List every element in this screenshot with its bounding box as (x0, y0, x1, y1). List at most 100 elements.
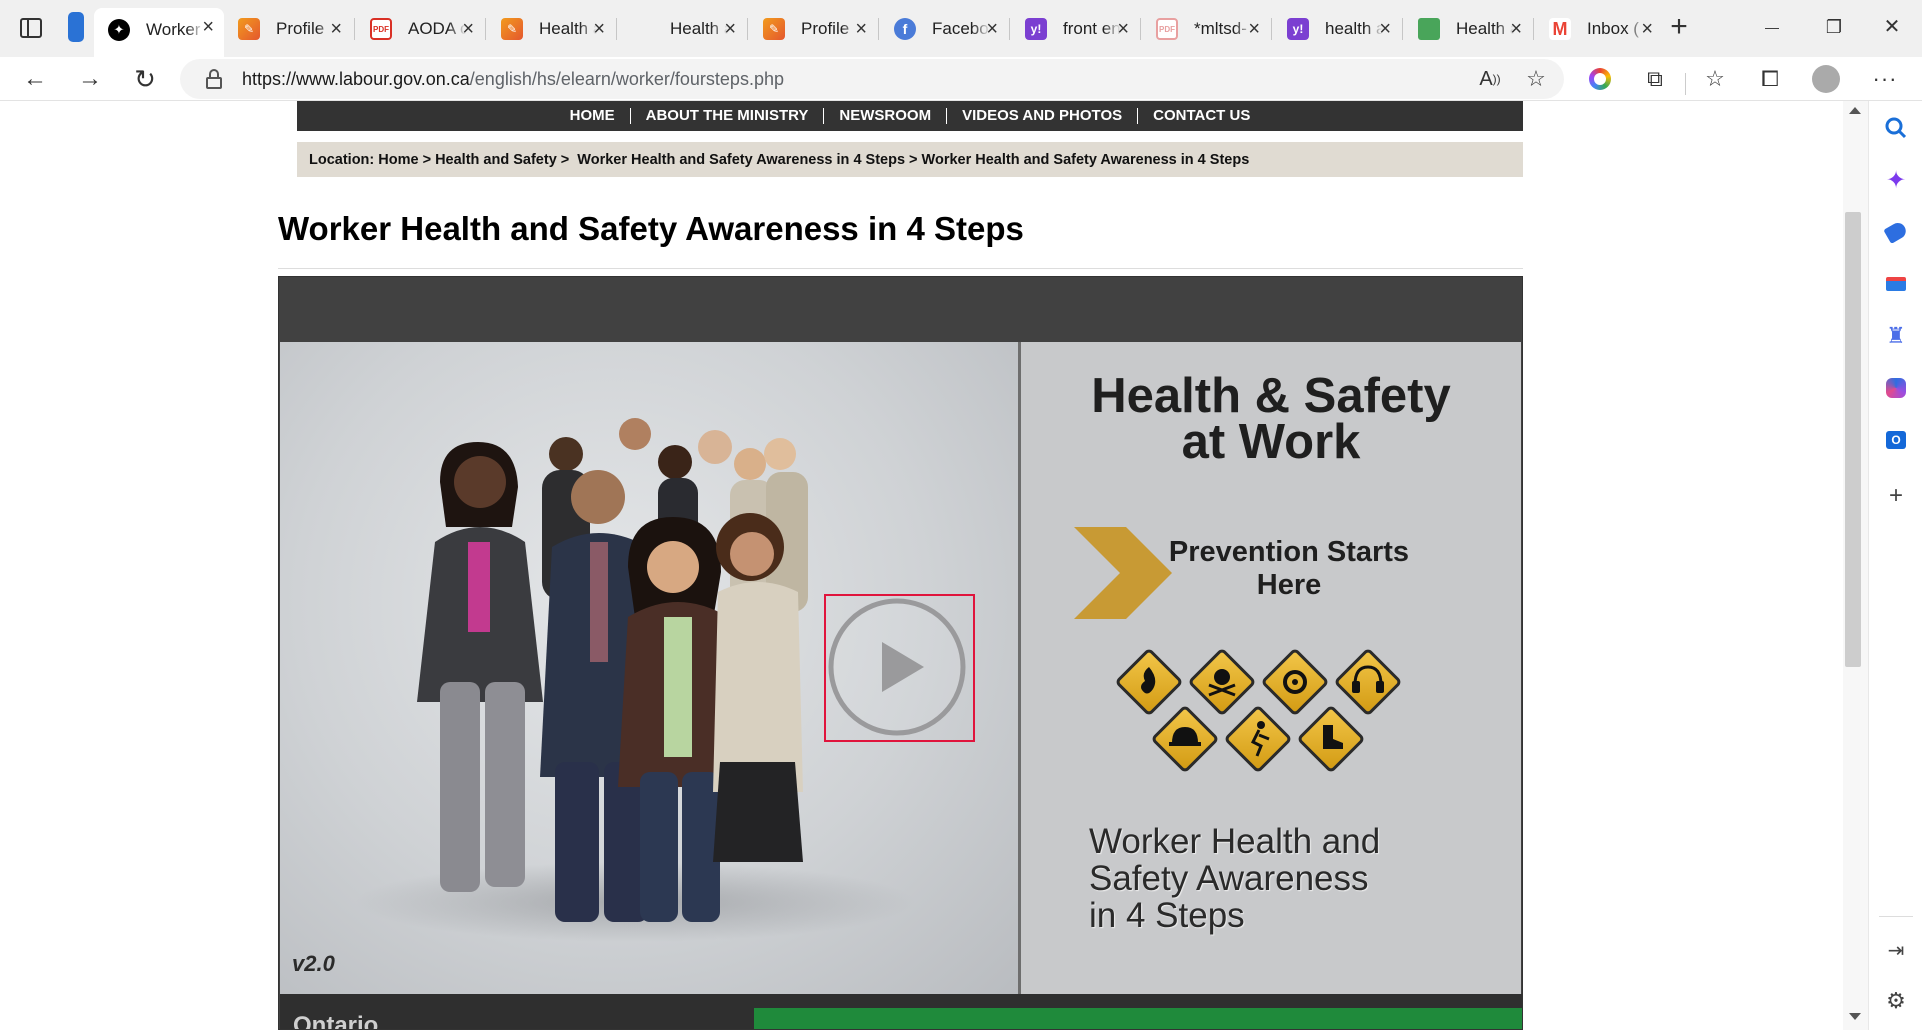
tab-profile-2[interactable]: ✎ Profile × (749, 10, 877, 48)
edge-sidebar: ✦ ♜ O + ⇥ ⚙ (1868, 101, 1922, 1030)
tab-strip: ✦ Worker Health and Safety × ✎ Profile ×… (0, 0, 1922, 57)
hide-sidebar-icon[interactable]: ⇥ (1883, 937, 1909, 963)
tab-title: Worker Health and Safety (146, 19, 204, 39)
pdf-icon: PDF (1156, 18, 1178, 40)
tab-title: Inbox ( (1587, 19, 1639, 38)
tab-title: Health and Safety (539, 19, 597, 38)
tab-title: health and (1325, 19, 1383, 38)
tab-profile[interactable]: ✎ Profile × (224, 10, 352, 48)
tab-title: Profile (276, 19, 325, 38)
tab-inbox[interactable]: M Inbox ( × (1535, 10, 1663, 48)
minimize-button[interactable]: — (1752, 12, 1792, 42)
close-tab-icon[interactable]: × (1510, 19, 1522, 39)
pencil-app-icon: ✎ (501, 18, 523, 40)
address-bar[interactable]: https://www.labour.gov.on.ca/english/hs/… (180, 59, 1564, 99)
close-tab-icon[interactable]: × (593, 19, 605, 39)
nav-home[interactable]: HOME (555, 108, 630, 124)
add-sidebar-app-icon[interactable]: + (1883, 482, 1909, 509)
green-document-icon (1418, 18, 1440, 40)
poster-subtitle: Worker Health and Safety Awareness in 4 … (1089, 822, 1381, 935)
lock-icon[interactable] (206, 69, 222, 89)
new-tab-button[interactable]: + (1664, 8, 1694, 46)
refresh-button[interactable]: ↻ (127, 61, 163, 97)
settings-menu-icon[interactable]: ··· (1871, 65, 1899, 93)
flame-icon (1116, 649, 1182, 715)
tab-aoda[interactable]: PDF AODA customer service × (356, 10, 484, 48)
tools-briefcase-icon[interactable] (1883, 271, 1909, 297)
video-player[interactable]: v2.0 Health & Safety at Work Prevention … (278, 276, 1523, 1030)
tab-title: Health and Safety (670, 19, 728, 38)
tab-worker-health[interactable]: ✦ Worker Health and Safety × (94, 8, 224, 57)
close-window-button[interactable]: ✕ (1872, 12, 1912, 42)
add-favorite-icon[interactable]: ☆ (1522, 65, 1550, 93)
close-tab-icon[interactable]: × (1248, 19, 1260, 39)
tab-mltsd[interactable]: PDF *mltsd- × (1142, 10, 1270, 48)
blank-page-icon (632, 18, 654, 40)
close-tab-icon[interactable]: × (855, 19, 867, 39)
scroll-down-arrow[interactable] (1849, 1013, 1861, 1020)
tab-title: *mltsd- (1194, 19, 1247, 38)
close-tab-icon[interactable]: × (462, 19, 474, 39)
page-title: Worker Health and Safety Awareness in 4 … (278, 210, 1024, 247)
poster-title: Health & Safety at Work (1091, 369, 1451, 469)
tab-facebook[interactable]: f Facebook × (880, 10, 1008, 48)
yahoo-icon: y! (1287, 18, 1309, 40)
tab-title: Facebook (932, 19, 990, 38)
pencil-app-icon: ✎ (238, 18, 260, 40)
fall-hazard-icon (1225, 706, 1291, 772)
ear-protection-icon (1335, 649, 1401, 715)
favorites-icon[interactable]: ☆ (1701, 65, 1729, 93)
nav-newsroom[interactable]: NEWSROOM (823, 108, 946, 124)
close-tab-icon[interactable]: × (724, 19, 736, 39)
ontario-trillium-icon: ✦ (108, 18, 130, 41)
biohazard-icon (1262, 649, 1328, 715)
extensions-icon[interactable]: ⧉ (1641, 65, 1669, 93)
close-tab-icon[interactable]: × (1641, 19, 1653, 39)
settings-gear-icon[interactable]: ⚙ (1883, 988, 1909, 1014)
close-tab-icon[interactable]: × (1379, 19, 1391, 39)
outlook-icon[interactable]: O (1883, 427, 1909, 453)
chevron-arrow-icon (1074, 527, 1172, 619)
hazard-signs-group (1116, 649, 1401, 772)
safety-boot-icon (1298, 706, 1364, 772)
tab-title: Health and (1456, 19, 1514, 38)
profile-avatar[interactable] (1812, 65, 1840, 93)
tab-front-end[interactable]: y! front end × (1011, 10, 1139, 48)
tab-health-1[interactable]: ✎ Health and Safety × (487, 10, 615, 48)
scroll-up-arrow[interactable] (1849, 107, 1861, 114)
scrollbar-thumb[interactable] (1845, 212, 1861, 667)
tab-health-doc[interactable]: Health and × (1404, 10, 1532, 48)
close-tab-icon[interactable]: × (330, 19, 342, 39)
hard-hat-icon (1152, 706, 1218, 772)
play-button-highlight (824, 594, 975, 742)
workspaces-icon[interactable] (68, 12, 84, 42)
nav-contact-us[interactable]: CONTACT US (1137, 108, 1265, 124)
read-aloud-icon[interactable]: A)) (1476, 65, 1504, 93)
nav-about-ministry[interactable]: ABOUT THE MINISTRY (629, 108, 824, 124)
search-icon[interactable] (1883, 115, 1909, 141)
green-banner (754, 1008, 1522, 1029)
tab-health-yahoo[interactable]: y! health and × (1273, 10, 1401, 48)
copilot-sparkle-icon[interactable]: ✦ (1883, 167, 1909, 194)
close-tab-icon[interactable]: × (202, 17, 214, 37)
ontario-logo: Ontario (293, 1012, 379, 1030)
nav-videos-photos[interactable]: VIDEOS AND PHOTOS (946, 108, 1137, 124)
title-divider (278, 268, 1523, 269)
close-tab-icon[interactable]: × (986, 19, 998, 39)
collections-icon[interactable]: ⧠ (1756, 65, 1784, 93)
facebook-icon: f (894, 18, 916, 40)
microsoft-365-icon[interactable] (1883, 375, 1909, 401)
breadcrumb[interactable]: Location: Home > Health and Safety > Wor… (297, 142, 1523, 177)
back-button[interactable]: ← (17, 61, 53, 97)
color-extension-icon[interactable] (1586, 65, 1614, 93)
shopping-tag-icon[interactable] (1883, 219, 1909, 245)
games-chess-icon[interactable]: ♜ (1883, 323, 1909, 349)
restore-button[interactable]: ❐ (1814, 12, 1854, 42)
skull-crossbones-icon (1189, 649, 1255, 715)
tab-health-2[interactable]: Health and Safety × (618, 10, 746, 48)
tab-actions-icon[interactable] (20, 18, 42, 38)
close-tab-icon[interactable]: × (1117, 19, 1129, 39)
tab-title: front end (1063, 19, 1121, 38)
gmail-icon: M (1549, 18, 1571, 40)
forward-button[interactable]: → (72, 61, 108, 97)
